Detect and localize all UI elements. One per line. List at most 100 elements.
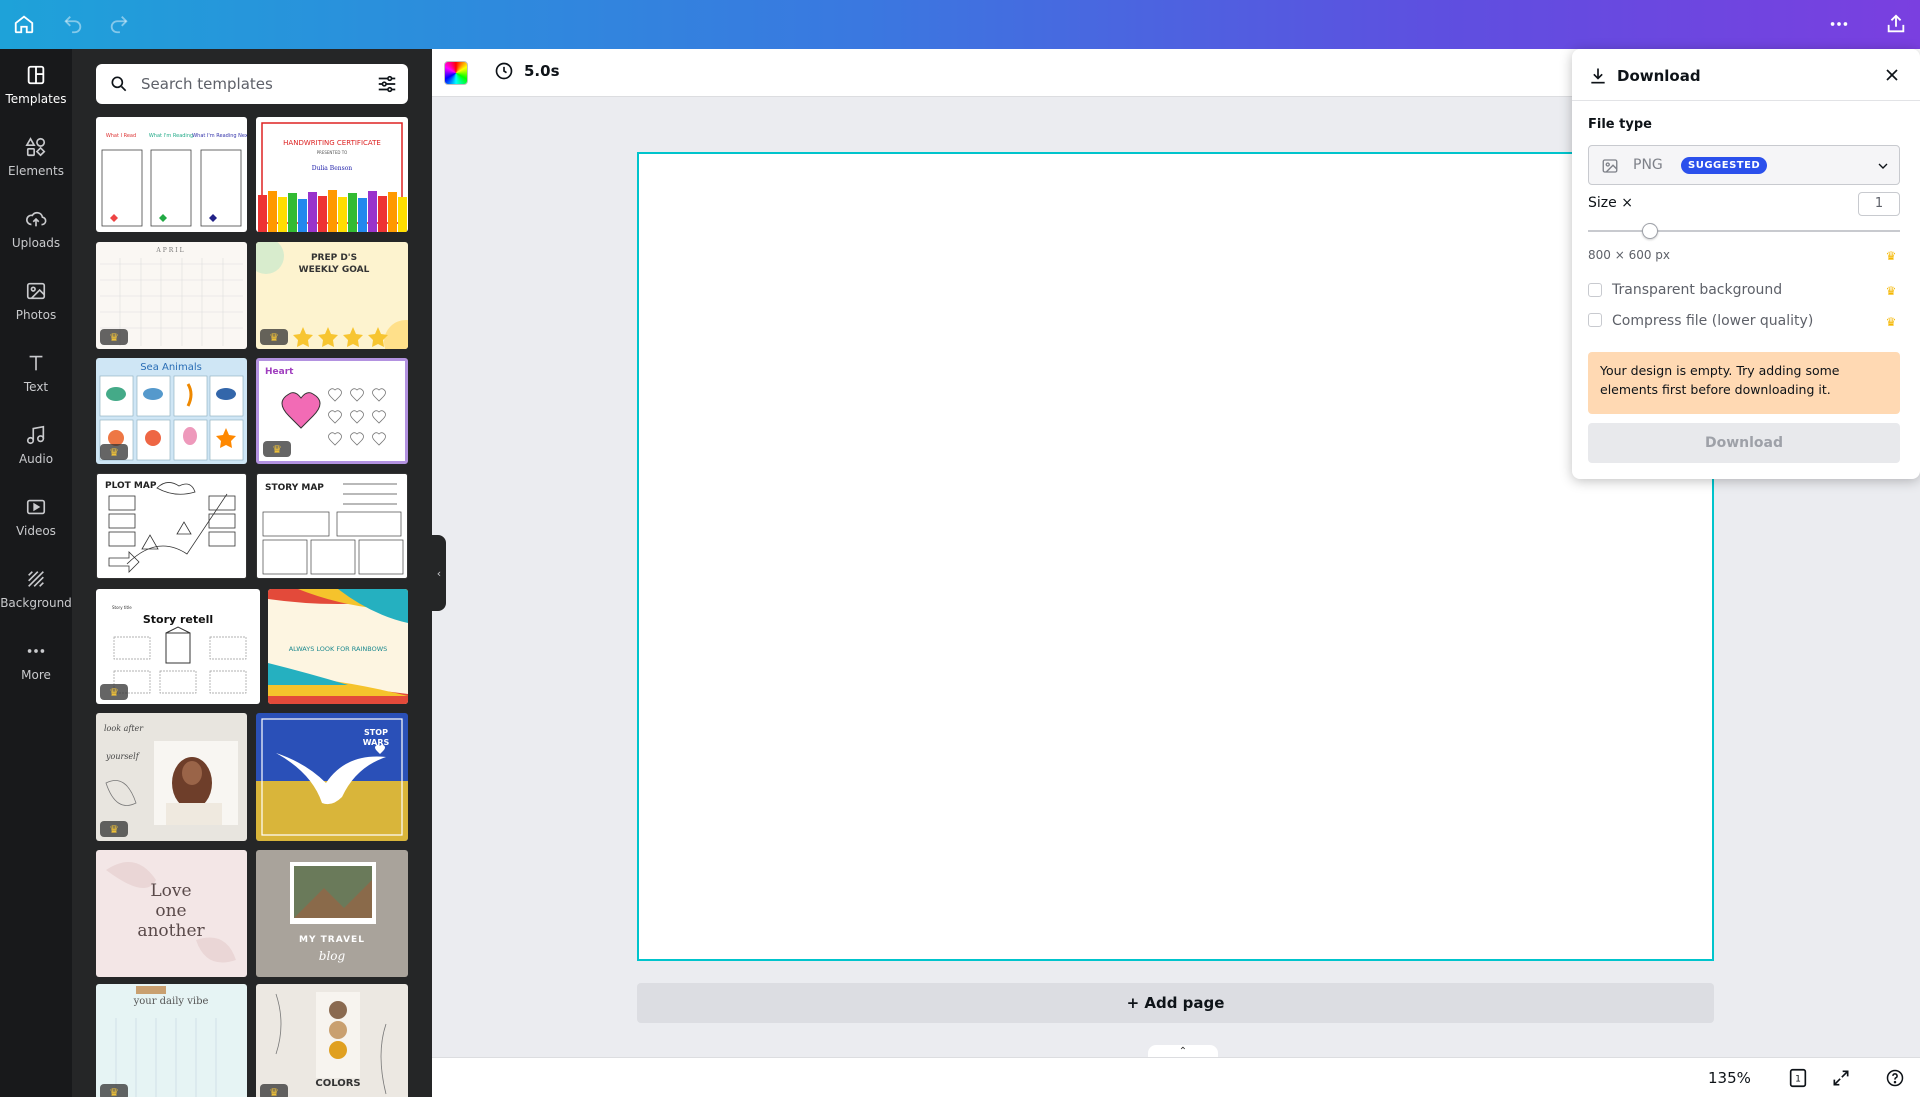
templates-panel: Search templates What I Read What I'm Re… <box>72 49 432 1097</box>
rail-item-photos[interactable]: Photos <box>0 265 72 337</box>
rail-label: Templates <box>5 92 67 106</box>
size-label: Size × <box>1588 195 1633 211</box>
template-card[interactable]: What I Read What I'm Reading What I'm Re… <box>96 117 247 232</box>
rail-label: Background <box>0 596 72 610</box>
rail-item-videos[interactable]: Videos <box>0 481 72 553</box>
more-dots-icon[interactable] <box>1827 12 1851 36</box>
chevron-down-icon <box>1878 163 1888 169</box>
template-card[interactable]: ALWAYS LOOK FOR RAINBOWS <box>268 589 408 704</box>
rail-label: Uploads <box>11 236 61 250</box>
transparent-background-checkbox[interactable] <box>1588 283 1602 297</box>
background-pattern-icon <box>28 571 44 587</box>
premium-crown-icon: ♛ <box>260 329 288 345</box>
share-export-icon[interactable] <box>1884 12 1908 36</box>
rail-label: Videos <box>16 524 56 538</box>
top-bar <box>0 0 1920 49</box>
file-type-label: File type <box>1588 117 1652 132</box>
more-dots-icon <box>27 649 45 653</box>
svg-text:yourself: yourself <box>105 752 141 761</box>
template-card[interactable]: look after yourself ♛ <box>96 713 247 841</box>
fullscreen-icon[interactable] <box>1830 1067 1852 1089</box>
template-card[interactable]: APRIL ♛ <box>96 242 247 349</box>
template-text: Story retell <box>143 613 213 626</box>
rail-item-background[interactable]: Background <box>0 553 72 625</box>
page-count-button[interactable]: 1 <box>1787 1067 1809 1089</box>
compress-file-label: Compress file (lower quality) <box>1612 313 1814 329</box>
premium-crown-icon: ♛ <box>1885 284 1897 298</box>
redo-icon[interactable] <box>107 12 131 36</box>
rail-item-elements[interactable]: Elements <box>0 121 72 193</box>
duration-button[interactable]: 5.0s <box>494 61 560 81</box>
premium-crown-icon: ♛ <box>1885 249 1897 263</box>
help-icon[interactable] <box>1884 1067 1906 1089</box>
template-text: ALWAYS LOOK FOR RAINBOWS <box>289 645 388 653</box>
svg-text:another: another <box>137 921 205 941</box>
transparent-background-label: Transparent background <box>1612 282 1783 298</box>
size-multiplier-input[interactable]: 1 <box>1858 192 1900 216</box>
search-input[interactable]: Search templates <box>96 64 408 104</box>
template-card[interactable]: COLORS ♛ <box>256 984 408 1097</box>
size-slider-track[interactable] <box>1588 230 1900 232</box>
photos-icon <box>26 282 46 300</box>
download-button[interactable]: Download <box>1588 423 1900 463</box>
video-icon <box>26 499 46 515</box>
duration-value: 5.0s <box>524 62 560 80</box>
page-count: 1 <box>1795 1074 1801 1085</box>
upload-cloud-icon <box>26 211 47 227</box>
template-text: Heart <box>265 367 294 377</box>
template-card[interactable]: STORY MAP <box>256 473 408 579</box>
collapse-panel-button[interactable]: ‹ <box>432 535 446 611</box>
empty-design-warning: Your design is empty. Try adding some el… <box>1588 352 1900 414</box>
rail-label: Text <box>23 380 49 394</box>
svg-text:What I'm Reading: What I'm Reading <box>149 133 193 139</box>
rail-label: More <box>21 668 51 682</box>
design-page-canvas[interactable] <box>637 152 1714 961</box>
template-card[interactable]: PLOT MAP <box>96 473 247 579</box>
home-icon[interactable] <box>12 12 36 36</box>
search-icon <box>111 76 127 92</box>
zoom-level[interactable]: 135% <box>1708 1069 1751 1087</box>
text-icon <box>29 355 43 371</box>
svg-text:Dulia Benson: Dulia Benson <box>312 165 353 172</box>
premium-crown-icon: ♛ <box>100 329 128 345</box>
template-card[interactable]: Heart ♛ <box>256 358 408 464</box>
template-card[interactable]: Sea Animals ♛ <box>96 358 247 464</box>
template-card[interactable]: Love one another <box>96 850 247 977</box>
premium-crown-icon: ♛ <box>100 821 128 837</box>
rail-item-more[interactable]: More <box>0 625 72 697</box>
template-card[interactable]: STOP WARS <box>256 713 408 841</box>
rail-item-templates[interactable]: Templates <box>0 49 72 121</box>
download-panel: Download File type PNG SUGGESTED Size × … <box>1572 49 1920 479</box>
add-page-button[interactable]: + Add page <box>637 983 1714 1023</box>
size-slider-handle[interactable] <box>1642 223 1659 239</box>
template-card[interactable]: Story retell Story title ♛ <box>96 589 260 704</box>
premium-crown-icon: ♛ <box>100 684 128 700</box>
svg-text:one: one <box>155 901 186 921</box>
clock-icon <box>495 62 513 80</box>
file-type-select[interactable]: PNG SUGGESTED <box>1588 145 1900 185</box>
templates-icon <box>27 65 45 85</box>
template-text: HANDWRITING CERTIFICATE <box>283 139 381 147</box>
image-icon <box>1602 159 1618 173</box>
status-bar: 135% 1 <box>432 1057 1920 1097</box>
compress-file-checkbox[interactable] <box>1588 313 1602 327</box>
svg-text:look after: look after <box>104 724 144 733</box>
color-picker-button[interactable] <box>444 61 468 85</box>
template-card[interactable]: HANDWRITING CERTIFICATE PRESENTED TO Dul… <box>256 117 408 232</box>
svg-text:Story title: Story title <box>112 605 132 610</box>
premium-crown-icon: ♛ <box>260 1084 288 1097</box>
template-card[interactable]: MY TRAVEL blog <box>256 850 408 977</box>
side-rail: Templates Elements Uploads Photos Text A… <box>0 49 72 1097</box>
file-type-value: PNG <box>1633 157 1663 173</box>
undo-icon[interactable] <box>61 12 85 36</box>
rail-item-uploads[interactable]: Uploads <box>0 193 72 265</box>
template-card[interactable]: PREP D'S WEEKLY GOAL ♛ <box>256 242 408 349</box>
template-card[interactable]: your daily vibe ♛ <box>96 984 247 1097</box>
svg-text:your daily vibe: your daily vibe <box>133 996 209 1007</box>
rail-item-text[interactable]: Text <box>0 337 72 409</box>
close-icon[interactable] <box>1882 65 1902 85</box>
rail-item-audio[interactable]: Audio <box>0 409 72 481</box>
filter-icon[interactable] <box>376 73 398 95</box>
svg-text:STOP: STOP <box>364 728 388 737</box>
svg-text:Love: Love <box>150 881 191 901</box>
